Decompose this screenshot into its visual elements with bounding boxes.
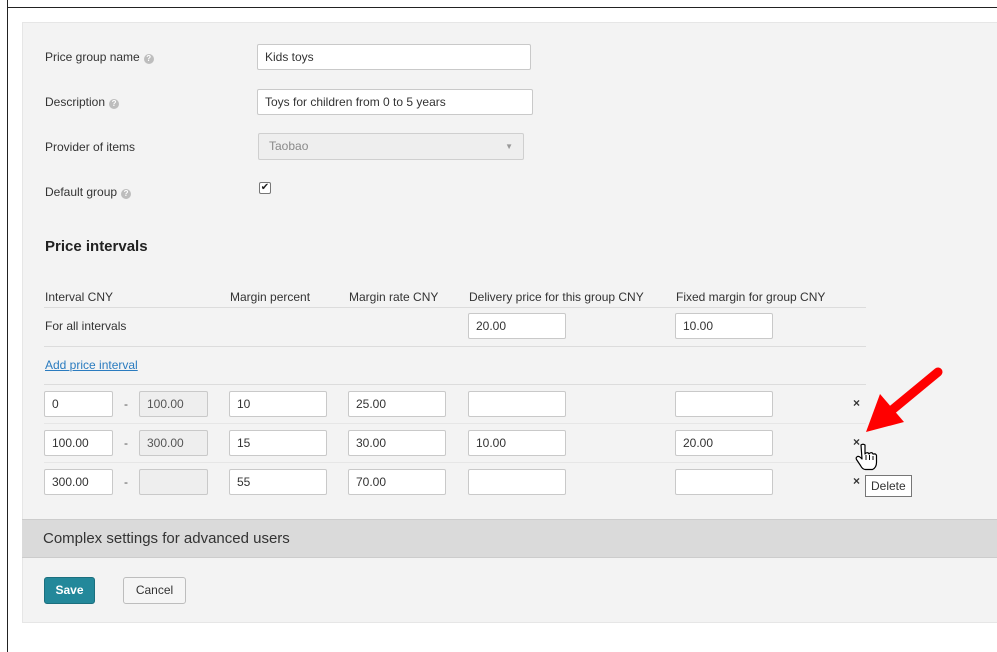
screenshot-border-left xyxy=(7,0,8,652)
all-delivery-input[interactable]: 20.00 xyxy=(468,313,566,339)
price-group-name-label-text: Price group name xyxy=(45,50,140,64)
margin-rate-input[interactable]: 30.00 xyxy=(348,430,446,456)
interval-from-input[interactable]: 100.00 xyxy=(44,430,113,456)
delivery-price-input[interactable]: 10.00 xyxy=(468,430,566,456)
provider-select[interactable]: Taobao ▼ xyxy=(258,133,524,160)
interval-dash: - xyxy=(124,397,128,411)
fixed-margin-input[interactable] xyxy=(675,391,773,417)
table-divider xyxy=(44,346,866,347)
help-icon[interactable]: ? xyxy=(109,99,120,109)
hand-pointer-icon xyxy=(855,443,878,471)
help-icon[interactable]: ? xyxy=(121,189,132,199)
check-icon: ✔ xyxy=(260,182,270,193)
all-fixed-margin-input[interactable]: 10.00 xyxy=(675,313,773,339)
description-input[interactable]: Toys for children from 0 to 5 years xyxy=(257,89,533,115)
delivery-price-input[interactable] xyxy=(468,391,566,417)
close-icon[interactable]: × xyxy=(853,396,860,410)
default-group-label-text: Default group xyxy=(45,185,118,199)
chevron-down-icon: ▼ xyxy=(505,142,513,151)
red-arrow-icon xyxy=(866,367,943,432)
screenshot-border-top xyxy=(7,7,997,8)
help-icon[interactable]: ? xyxy=(143,54,154,64)
interval-from-input[interactable]: 0 xyxy=(44,391,113,417)
default-group-label: Default group? xyxy=(45,185,132,199)
provider-select-value: Taobao xyxy=(269,139,309,153)
table-divider xyxy=(44,307,866,308)
interval-to-input: 300.00 xyxy=(139,430,208,456)
cancel-button[interactable]: Cancel xyxy=(123,577,186,604)
interval-dash: - xyxy=(124,475,128,489)
price-intervals-heading: Price intervals xyxy=(45,238,148,255)
row-divider xyxy=(44,462,866,463)
price-group-name-label: Price group name? xyxy=(45,50,154,64)
row-divider xyxy=(44,423,866,424)
all-intervals-label: For all intervals xyxy=(45,319,127,333)
close-icon[interactable]: × xyxy=(853,474,860,488)
table-divider xyxy=(44,384,866,385)
interval-from-input[interactable]: 300.00 xyxy=(44,469,113,495)
description-label-text: Description xyxy=(45,95,106,109)
column-margin-percent: Margin percent xyxy=(230,290,311,304)
column-fixed-margin: Fixed margin for group CNY xyxy=(676,290,826,304)
interval-to-input xyxy=(139,469,208,495)
fixed-margin-input[interactable]: 20.00 xyxy=(675,430,773,456)
column-margin-rate: Margin rate CNY xyxy=(349,290,439,304)
fixed-margin-input[interactable] xyxy=(675,469,773,495)
column-delivery-price: Delivery price for this group CNY xyxy=(469,290,644,304)
price-group-name-input[interactable]: Kids toys xyxy=(257,44,531,70)
default-group-checkbox[interactable]: ✔ xyxy=(259,182,271,194)
column-interval: Interval CNY xyxy=(45,290,114,304)
margin-percent-input[interactable]: 15 xyxy=(229,430,327,456)
margin-rate-input[interactable]: 70.00 xyxy=(348,469,446,495)
description-label: Description? xyxy=(45,95,120,109)
save-button[interactable]: Save xyxy=(44,577,95,604)
margin-percent-input[interactable]: 55 xyxy=(229,469,327,495)
add-price-interval-link[interactable]: Add price interval xyxy=(45,358,138,372)
complex-settings-section[interactable]: Complex settings for advanced users xyxy=(22,519,997,558)
interval-to-input: 100.00 xyxy=(139,391,208,417)
delete-tooltip: Delete xyxy=(865,475,912,497)
provider-label: Provider of items xyxy=(45,140,136,154)
interval-dash: - xyxy=(124,436,128,450)
margin-percent-input[interactable]: 10 xyxy=(229,391,327,417)
margin-rate-input[interactable]: 25.00 xyxy=(348,391,446,417)
delivery-price-input[interactable] xyxy=(468,469,566,495)
